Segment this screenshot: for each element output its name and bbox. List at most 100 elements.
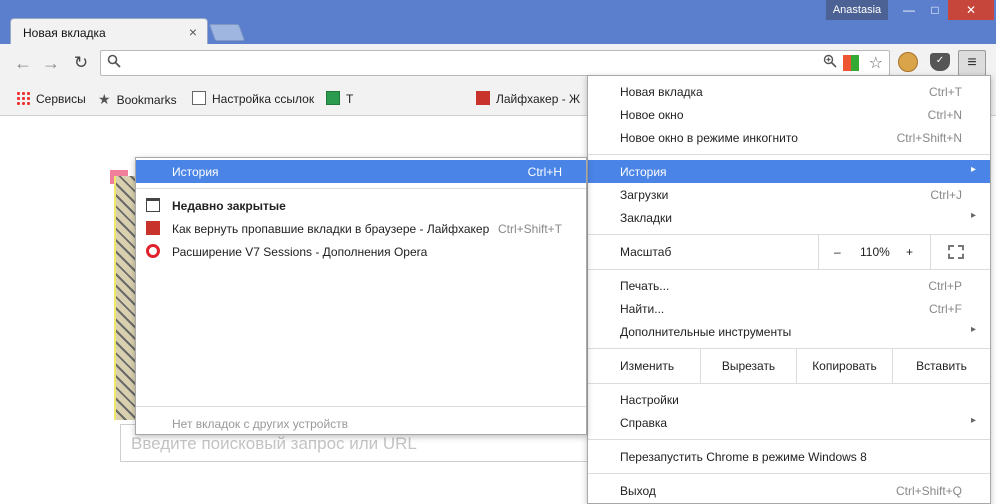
menu-item-label: Перезапустить Chrome в режиме Windows 8 (620, 450, 867, 464)
chrome-main-menu: Новая вкладка Ctrl+T Новое окно Ctrl+N Н… (587, 75, 991, 504)
submenu-arrow-icon: ▸ (970, 415, 976, 426)
paste-button[interactable]: Вставить (892, 349, 990, 383)
fullscreen-icon[interactable] (948, 245, 964, 259)
sheets-icon (326, 91, 340, 105)
submenu-item-closed-tab[interactable]: Расширение V7 Sessions - Дополнения Oper… (136, 240, 586, 263)
menu-item-label: История (620, 165, 667, 179)
maximize-button[interactable]: □ (922, 0, 948, 20)
menu-item-shortcut: Ctrl+Shift+Q (895, 484, 962, 498)
submenu-item-history[interactable]: История Ctrl+H (136, 160, 586, 183)
zoom-in-button[interactable]: + (906, 245, 913, 259)
minimize-button[interactable]: — (896, 0, 922, 20)
bookmark-label: Сервисы (36, 92, 86, 106)
new-tab-button[interactable] (208, 24, 246, 41)
menu-item-shortcut: Ctrl+T (929, 85, 962, 99)
bookmark-lifehacker[interactable]: Лайфхакер - Ж (476, 91, 580, 106)
extension-icon[interactable] (843, 55, 859, 71)
submenu-item-label: Расширение V7 Sessions - Дополнения Oper… (172, 245, 428, 259)
menu-item-exit[interactable]: Выход Ctrl+Shift+Q (588, 479, 990, 502)
menu-item-relaunch[interactable]: Перезапустить Chrome в режиме Windows 8 (588, 445, 990, 468)
chrome-menu-button[interactable]: ≡ (958, 50, 986, 76)
menu-separator (588, 383, 990, 384)
menu-separator (136, 188, 586, 189)
menu-item-label: Изменить (620, 359, 675, 373)
submenu-item-recently-closed: Недавно закрытые (136, 194, 586, 217)
search-icon (107, 54, 121, 71)
menu-item-new-tab[interactable]: Новая вкладка Ctrl+T (588, 80, 990, 103)
bookmark-link-settings[interactable]: Настройка ссылок (192, 91, 314, 106)
menu-item-label: Новое окно в режиме инкогнито (620, 131, 798, 145)
menu-item-label: Печать... (620, 279, 670, 293)
cut-button[interactable]: Вырезать (700, 349, 796, 383)
tab-icon (146, 198, 160, 212)
menu-item-label: Настройки (620, 393, 679, 407)
profile-button[interactable]: Anastasia (826, 0, 888, 20)
menu-separator (588, 269, 990, 270)
apps-grid-icon (16, 91, 30, 105)
menu-item-settings[interactable]: Настройки (588, 388, 990, 411)
menu-item-label: Загрузки (620, 188, 669, 202)
back-button[interactable]: ← (12, 52, 34, 74)
bookmark-label: Настройка ссылок (212, 92, 315, 106)
bookmark-bookmarks[interactable]: ★ Bookmarks (98, 91, 177, 108)
menu-item-edit: Изменить Вырезать Копировать Вставить (588, 349, 990, 383)
tab-close-icon[interactable]: × (189, 24, 197, 40)
history-submenu: История Ctrl+H Недавно закрытые Как верн… (135, 157, 587, 435)
forward-button[interactable]: → (40, 52, 62, 74)
submenu-item-label: История (172, 165, 219, 179)
tab-new-tab[interactable]: Новая вкладка × (10, 18, 208, 46)
menu-separator (588, 439, 990, 440)
menu-item-new-window[interactable]: Новое окно Ctrl+N (588, 103, 990, 126)
bookmark-services[interactable]: Сервисы (16, 91, 86, 106)
menu-item-history[interactable]: История ▸ (588, 160, 990, 183)
menu-item-find[interactable]: Найти... Ctrl+F (588, 297, 990, 320)
menu-separator (588, 473, 990, 474)
submenu-item-shortcut: Ctrl+Shift+T (497, 222, 562, 236)
omnibox[interactable]: ☆ (100, 50, 890, 76)
submenu-item-label: Нет вкладок с других устройств (172, 417, 349, 431)
submenu-arrow-icon: ▸ (970, 210, 976, 221)
zoom-out-button[interactable]: – (834, 245, 841, 259)
menu-item-incognito[interactable]: Новое окно в режиме инкогнито Ctrl+Shift… (588, 126, 990, 149)
omnibox-input[interactable] (127, 54, 817, 72)
menu-item-shortcut: Ctrl+N (927, 108, 962, 122)
tab-title: Новая вкладка (23, 26, 106, 40)
star-icon: ★ (98, 91, 111, 107)
submenu-item-closed-tab[interactable]: Как вернуть пропавшие вкладки в браузере… (136, 217, 586, 240)
lifehacker-icon (476, 91, 490, 105)
menu-item-label: Выход (620, 484, 656, 498)
reload-button[interactable]: ↻ (70, 52, 92, 74)
menu-item-shortcut: Ctrl+F (929, 302, 962, 316)
bookmark-sheet[interactable]: Т (326, 91, 353, 106)
bookmark-label: Лайфхакер - Ж (496, 92, 581, 106)
submenu-item-no-other-devices: Нет вкладок с других устройств (136, 412, 586, 435)
menu-item-label: Новое окно (620, 108, 684, 122)
submenu-arrow-icon: ▸ (970, 164, 976, 175)
menu-item-zoom: Масштаб – 110% + (588, 235, 990, 269)
menu-item-label: Масштаб (620, 245, 672, 259)
submenu-item-label: Недавно закрытые (172, 199, 286, 213)
cookie-extension-icon[interactable] (898, 52, 918, 72)
submenu-item-shortcut: Ctrl+H (527, 165, 562, 179)
zoom-level: 110% (860, 245, 890, 259)
menu-item-shortcut: Ctrl+P (928, 279, 962, 293)
pocket-extension-icon[interactable]: ✓ (930, 53, 950, 71)
lifehacker-icon (146, 221, 160, 235)
menu-item-downloads[interactable]: Загрузки Ctrl+J (588, 183, 990, 206)
submenu-item-label: Как вернуть пропавшие вкладки в браузере… (172, 222, 490, 236)
menu-item-label: Закладки (620, 211, 672, 225)
menu-item-more-tools[interactable]: Дополнительные инструменты ▸ (588, 320, 990, 343)
menu-item-label: Найти... (620, 302, 665, 316)
menu-item-print[interactable]: Печать... Ctrl+P (588, 274, 990, 297)
copy-button[interactable]: Копировать (796, 349, 892, 383)
bookmark-star-icon[interactable]: ☆ (869, 53, 883, 73)
close-window-button[interactable]: ✕ (948, 0, 994, 20)
document-icon (192, 91, 206, 105)
menu-item-bookmarks[interactable]: Закладки ▸ (588, 206, 990, 229)
menu-item-label: Дополнительные инструменты (620, 325, 792, 339)
title-bar: Новая вкладка × Anastasia — □ ✕ (0, 0, 996, 46)
menu-item-help[interactable]: Справка ▸ (588, 411, 990, 434)
bookmark-label: Bookmarks (116, 93, 177, 107)
menu-item-shortcut: Ctrl+J (930, 188, 962, 202)
zoom-icon[interactable] (823, 54, 837, 71)
